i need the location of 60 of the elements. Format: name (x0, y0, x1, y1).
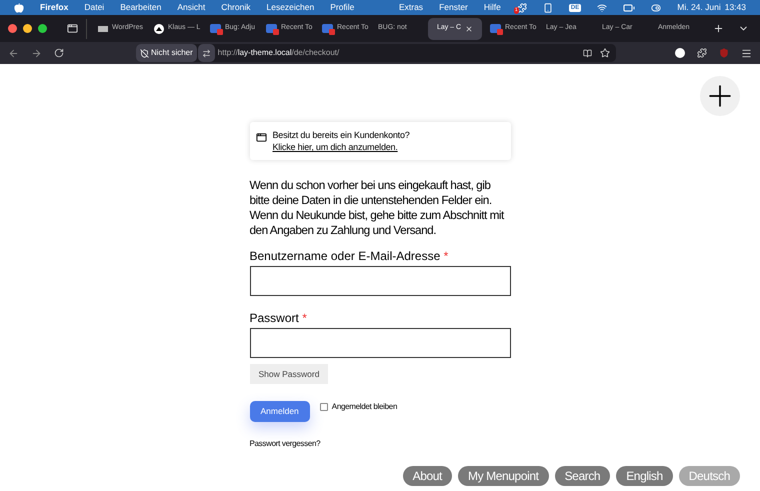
bug-tracker-icon (322, 24, 333, 33)
reload-icon[interactable] (54, 48, 64, 58)
wifi-icon[interactable] (597, 2, 608, 12)
bug-tracker-icon (266, 24, 277, 33)
swap-icon (202, 48, 211, 58)
menu-icon[interactable] (741, 48, 752, 58)
url-text: http://lay-theme.local/de/checkout/ (218, 47, 340, 59)
clock-time[interactable]: 13:43 (724, 1, 746, 14)
clock-date[interactable]: Mi. 24. Juni (677, 1, 721, 14)
battery-icon[interactable] (623, 2, 636, 14)
field-label: Benutzername oder E-Mail-Adresse * (250, 249, 450, 263)
nav-link[interactable]: Search (554, 466, 610, 486)
show-password-button[interactable]: Show Password (250, 364, 328, 384)
menu-item[interactable]: Lesezeichen (266, 1, 314, 14)
bug-tracker-icon (490, 24, 501, 33)
intro-paragraph: Wenn du schon vorher bei uns eingekauft hast, gib bitte deine Daten in die untenstehenden Felder ein. Wenn du Neukunde bist, gehe bitte zum Abschnitt mit den Angaben zu Zahlung und Versand. (250, 178, 506, 238)
close-tab-icon[interactable] (465, 24, 474, 32)
app-menu[interactable]: Firefox (40, 1, 68, 14)
apple-icon (14, 2, 24, 12)
input-field[interactable] (250, 266, 510, 296)
control-center-icon[interactable] (651, 2, 662, 12)
bookmark-star-icon[interactable] (600, 48, 610, 58)
menu-item[interactable]: Datei (84, 1, 104, 14)
phone-icon[interactable] (542, 2, 553, 12)
nav-link[interactable]: About (402, 466, 452, 486)
checkbox-label: Angemeldet bleiben (332, 401, 398, 413)
menu-item[interactable]: Fenster (439, 1, 468, 14)
zoom-window-button[interactable] (38, 24, 47, 33)
menu-item[interactable]: Bearbeiten (120, 1, 162, 14)
checkbox[interactable] (320, 403, 328, 411)
account-icon[interactable] (675, 48, 685, 58)
address-bar[interactable]: Nicht sicher http://lay-theme.local/de/checkout/ (136, 44, 616, 62)
extensions-icon[interactable] (697, 48, 707, 58)
login-button[interactable]: Anmelden (250, 401, 310, 422)
bug-tracker-icon (210, 24, 221, 33)
menu-toggle-button[interactable] (700, 76, 740, 116)
permissions-button[interactable] (198, 44, 215, 62)
login-link[interactable]: Klicke hier, um dich anzumelden. (272, 142, 398, 152)
close-window-button[interactable] (8, 24, 17, 33)
insecure-icon (140, 48, 149, 58)
nav-link[interactable]: My Menupoint (458, 466, 549, 486)
back-icon[interactable] (8, 48, 19, 58)
notice-text: Besitzt du bereits ein Kundenkonto? Klicke hier, um dich anzumelden. (272, 129, 411, 153)
menu-item[interactable]: Extras (398, 1, 424, 14)
input-field[interactable] (250, 328, 510, 358)
menu-item[interactable]: Profile (330, 1, 354, 14)
nav-link[interactable]: English (616, 466, 673, 486)
menu-item[interactable]: Hilfe (484, 1, 501, 14)
menu-item[interactable]: Chronik (221, 1, 250, 14)
field-label: Passwort * (250, 311, 308, 325)
menu-item[interactable]: Ansicht (177, 1, 206, 14)
triangle-icon (154, 24, 164, 34)
security-indicator[interactable]: Nicht sicher (136, 44, 197, 62)
lost-password-link[interactable]: Passwort vergessen? (250, 438, 510, 450)
window-icon (256, 132, 266, 143)
reader-view-icon[interactable] (583, 48, 592, 58)
forward-icon[interactable] (31, 48, 42, 58)
new-tab-icon[interactable] (713, 23, 724, 34)
minimize-window-button[interactable] (23, 24, 32, 33)
tab-overview-icon[interactable] (67, 23, 78, 34)
